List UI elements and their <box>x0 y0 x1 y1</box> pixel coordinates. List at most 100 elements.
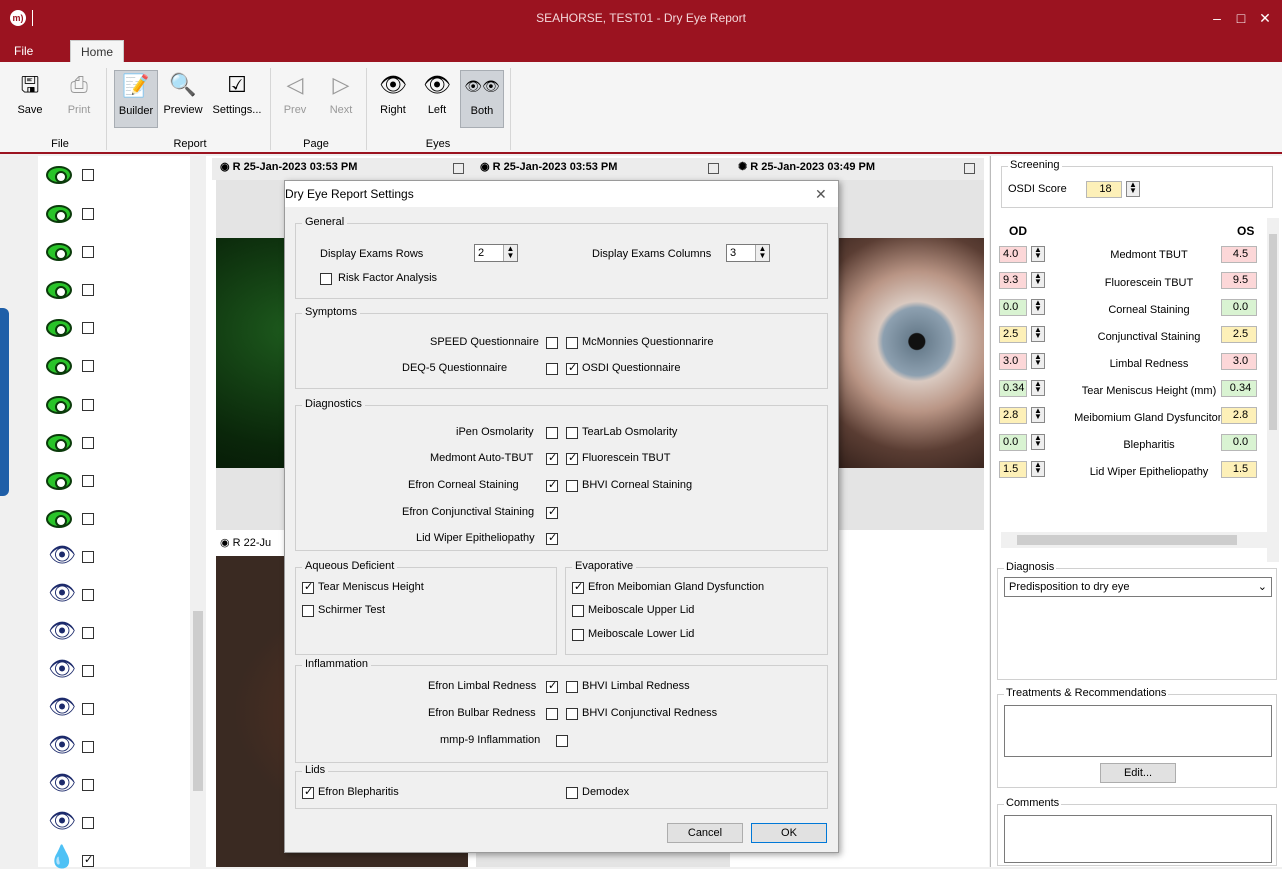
os-value[interactable]: 3.0 <box>1221 353 1257 370</box>
exam-checkbox[interactable] <box>82 589 94 601</box>
menu-home[interactable]: Home <box>70 40 125 62</box>
exam-checkbox[interactable] <box>82 817 94 829</box>
measurements-vscroll[interactable] <box>1267 218 1279 562</box>
menu-file[interactable]: File <box>4 40 43 62</box>
spinner-icon[interactable]: ▲ ▼ <box>503 245 517 261</box>
exam-checkbox[interactable] <box>82 853 94 867</box>
od-value[interactable]: 2.5 <box>999 326 1027 343</box>
preview-button[interactable]: 🔍 Preview <box>160 70 206 116</box>
expand-icon[interactable] <box>708 163 719 174</box>
cancel-button[interactable]: Cancel <box>667 823 743 843</box>
spinner-icon[interactable]: ▲ ▼ <box>755 245 769 261</box>
dialog-close-icon[interactable]: ✕ <box>815 181 827 207</box>
prev-button[interactable]: ◁ Prev <box>280 70 310 116</box>
efron-bulbar-checkbox[interactable] <box>546 708 558 720</box>
os-value[interactable]: 2.8 <box>1221 407 1257 424</box>
od-value[interactable]: 4.0 <box>999 246 1027 263</box>
risk-factor-checkbox[interactable] <box>320 273 332 285</box>
os-value[interactable]: 9.5 <box>1221 272 1257 289</box>
expand-icon[interactable] <box>964 163 975 174</box>
next-button[interactable]: ▷ Next <box>326 70 356 116</box>
osdi-checkbox[interactable] <box>566 361 578 375</box>
lid-wiper-checkbox[interactable] <box>546 531 558 545</box>
od-value[interactable]: 9.3 <box>999 272 1027 289</box>
maximize-button[interactable]: □ <box>1230 8 1252 28</box>
od-spinner[interactable]: ▲ ▼ <box>1031 380 1045 396</box>
mcmonnies-checkbox[interactable] <box>566 337 578 349</box>
measurements-hscroll[interactable] <box>1001 532 1271 548</box>
od-value[interactable]: 3.0 <box>999 353 1027 370</box>
demodex-checkbox[interactable] <box>566 787 578 799</box>
efron-blepharitis-checkbox[interactable] <box>302 785 314 799</box>
od-spinner[interactable]: ▲ ▼ <box>1031 272 1045 288</box>
os-value[interactable]: 0.34 <box>1221 380 1257 397</box>
both-eyes-button[interactable]: 👁👁 Both <box>460 70 504 128</box>
diagnosis-select[interactable]: Predisposition to dry eye ⌄ <box>1004 577 1272 597</box>
bhvi-conj-checkbox[interactable] <box>566 708 578 720</box>
ok-button[interactable]: OK <box>751 823 827 843</box>
od-spinner[interactable]: ▲ ▼ <box>1031 407 1045 423</box>
efron-mgd-checkbox[interactable] <box>572 580 584 594</box>
exam-checkbox[interactable] <box>82 360 94 372</box>
exam-checkbox[interactable] <box>82 322 94 334</box>
comments-textarea[interactable] <box>1004 815 1272 863</box>
exam-checkbox[interactable] <box>82 741 94 753</box>
ipen-checkbox[interactable] <box>546 427 558 439</box>
od-value[interactable]: 0.0 <box>999 434 1027 451</box>
eye-photo[interactable] <box>838 238 984 468</box>
side-panel-handle[interactable] <box>0 308 9 496</box>
bhvi-limbal-checkbox[interactable] <box>566 681 578 693</box>
builder-button[interactable]: 📝 Builder <box>114 70 158 128</box>
tearlab-checkbox[interactable] <box>566 427 578 439</box>
exam-checkbox[interactable] <box>82 779 94 791</box>
efron-conj-checkbox[interactable] <box>546 505 558 519</box>
od-spinner[interactable]: ▲ ▼ <box>1031 434 1045 450</box>
save-button[interactable]: 🖫 Save <box>10 70 50 116</box>
exam-checkbox[interactable] <box>82 627 94 639</box>
exam-checkbox[interactable] <box>82 703 94 715</box>
efron-corneal-checkbox[interactable] <box>546 478 558 492</box>
minimize-button[interactable]: – <box>1206 8 1228 28</box>
od-value[interactable]: 1.5 <box>999 461 1027 478</box>
scrollbar-thumb[interactable] <box>1269 234 1277 430</box>
od-value[interactable]: 2.8 <box>999 407 1027 424</box>
os-value[interactable]: 2.5 <box>1221 326 1257 343</box>
exam-checkbox[interactable] <box>82 513 94 525</box>
fluorescein-checkbox[interactable] <box>566 451 578 465</box>
exam-checkbox[interactable] <box>82 284 94 296</box>
scrollbar-thumb[interactable] <box>1017 535 1237 545</box>
deq5-checkbox[interactable] <box>546 363 558 375</box>
exam-checkbox[interactable] <box>82 169 94 181</box>
od-value[interactable]: 0.34 <box>999 380 1027 397</box>
edit-treatments-button[interactable]: Edit... <box>1100 763 1176 783</box>
treatments-textarea[interactable] <box>1004 705 1272 757</box>
settings-button[interactable]: ☑ Settings... <box>210 70 264 116</box>
meiboscale-upper-checkbox[interactable] <box>572 605 584 617</box>
print-button[interactable]: ⎙ Print <box>58 70 100 116</box>
od-spinner[interactable]: ▲ ▼ <box>1031 461 1045 477</box>
os-value[interactable]: 1.5 <box>1221 461 1257 478</box>
tear-meniscus-checkbox[interactable] <box>302 580 314 594</box>
od-spinner[interactable]: ▲ ▼ <box>1031 299 1045 315</box>
close-button[interactable]: ✕ <box>1254 8 1276 28</box>
exam-list-scrollbar[interactable] <box>190 156 206 867</box>
schirmer-checkbox[interactable] <box>302 605 314 617</box>
mmp9-checkbox[interactable] <box>556 735 568 747</box>
exam-checkbox[interactable] <box>82 437 94 449</box>
osdi-score-value[interactable]: 18 <box>1086 181 1122 198</box>
exam-checkbox[interactable] <box>82 665 94 677</box>
exam-checkbox[interactable] <box>82 208 94 220</box>
exam-checkbox[interactable] <box>82 399 94 411</box>
od-spinner[interactable]: ▲ ▼ <box>1031 326 1045 342</box>
rows-stepper[interactable]: 2 ▲ ▼ <box>474 244 518 262</box>
cols-stepper[interactable]: 3 ▲ ▼ <box>726 244 770 262</box>
od-spinner[interactable]: ▲ ▼ <box>1031 246 1045 262</box>
osdi-spinner[interactable]: ▲ ▼ <box>1126 181 1140 197</box>
right-eye-button[interactable]: 👁 Right <box>376 70 410 116</box>
od-value[interactable]: 0.0 <box>999 299 1027 316</box>
exam-checkbox[interactable] <box>82 246 94 258</box>
os-value[interactable]: 4.5 <box>1221 246 1257 263</box>
expand-icon[interactable] <box>453 163 464 174</box>
exam-checkbox[interactable] <box>82 551 94 563</box>
speed-checkbox[interactable] <box>546 337 558 349</box>
